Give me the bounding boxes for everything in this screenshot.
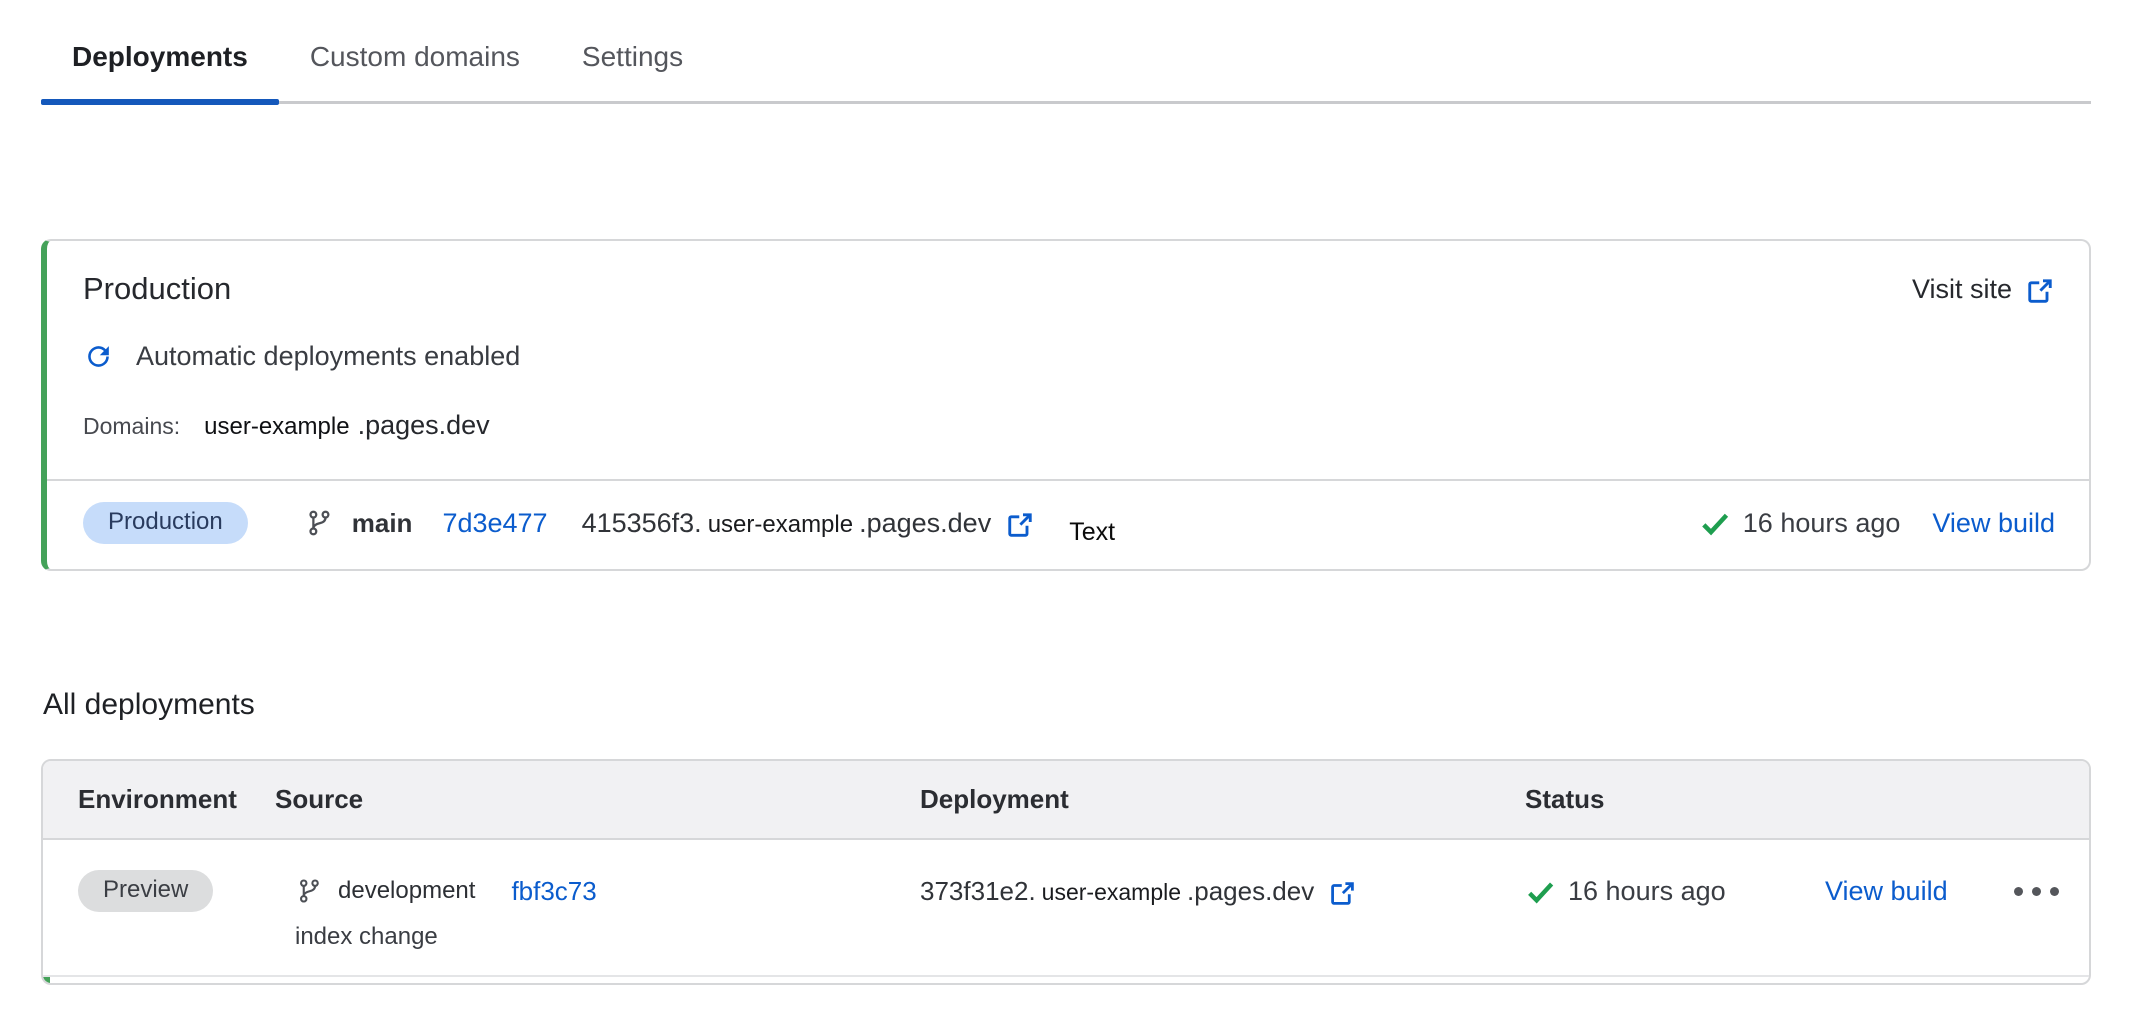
environment-badge: Preview <box>78 870 213 912</box>
row-note-text: Text <box>1069 518 1115 547</box>
next-row-green-accent <box>43 977 50 983</box>
branch-name: development <box>338 877 475 905</box>
auto-deploy-refresh-icon <box>83 341 114 372</box>
deployment-url-name: user-example <box>708 511 853 539</box>
view-build-link[interactable]: View build <box>1932 508 2055 539</box>
external-link-icon[interactable] <box>1005 510 1035 540</box>
overflow-menu-icon[interactable] <box>2014 887 2059 896</box>
commit-link[interactable]: fbf3c73 <box>511 876 596 907</box>
deployment-url-suffix: .pages.dev <box>859 508 991 539</box>
deployment-url-prefix: 373f31e2. <box>920 876 1036 907</box>
git-branch-icon <box>295 877 323 905</box>
domain-suffix: .pages.dev <box>358 410 490 441</box>
deployment-url[interactable]: 415356f3. user-example .pages.dev <box>582 508 1036 539</box>
column-header-environment: Environment <box>43 784 275 815</box>
auto-deploy-text: Automatic deployments enabled <box>136 341 520 372</box>
column-header-status: Status <box>1525 784 2089 815</box>
view-build-link[interactable]: View build <box>1825 876 1948 907</box>
column-header-deployment: Deployment <box>920 784 1525 815</box>
commit-message: index change <box>295 923 920 951</box>
table-row: Preview development <box>43 840 2089 977</box>
commit-link[interactable]: 7d3e477 <box>442 508 547 539</box>
tab-deployments[interactable]: Deployments <box>41 0 279 101</box>
external-link-icon <box>2025 276 2055 306</box>
all-deployments-heading: All deployments <box>43 688 2132 722</box>
tab-settings[interactable]: Settings <box>551 0 714 101</box>
deployment-url-name: user-example <box>1042 879 1181 906</box>
production-card: Production Visit site Automatic deploym <box>41 239 2091 571</box>
success-check-icon <box>1699 507 1731 539</box>
deployment-time: 16 hours ago <box>1568 876 1726 907</box>
table-header-row: Environment Source Deployment Status <box>43 761 2089 840</box>
success-check-icon <box>1525 876 1556 907</box>
deployment-url[interactable]: 373f31e2. user-example .pages.dev <box>920 876 1357 907</box>
all-deployments-table: Environment Source Deployment Status Pre… <box>41 759 2091 985</box>
environment-badge: Production <box>83 502 248 544</box>
deployment-time: 16 hours ago <box>1743 508 1901 539</box>
deployment-url-prefix: 415356f3. <box>582 508 702 539</box>
external-link-icon[interactable] <box>1328 879 1357 908</box>
tabs-bar: Deployments Custom domains Settings <box>41 0 2091 104</box>
tab-custom-domains[interactable]: Custom domains <box>279 0 551 101</box>
visit-site-label: Visit site <box>1912 274 2012 305</box>
domains-label: Domains: <box>83 413 180 440</box>
domain-name: user-example <box>204 413 349 441</box>
production-card-title: Production <box>83 271 231 307</box>
branch-name: main <box>352 508 413 539</box>
visit-site-link[interactable]: Visit site <box>1912 274 2055 305</box>
column-header-source: Source <box>275 784 920 815</box>
production-deployment-row: Production main 7d3e477 415356f3. user-e… <box>47 479 2089 569</box>
git-branch-icon <box>304 508 334 538</box>
deployment-url-suffix: .pages.dev <box>1187 876 1314 907</box>
